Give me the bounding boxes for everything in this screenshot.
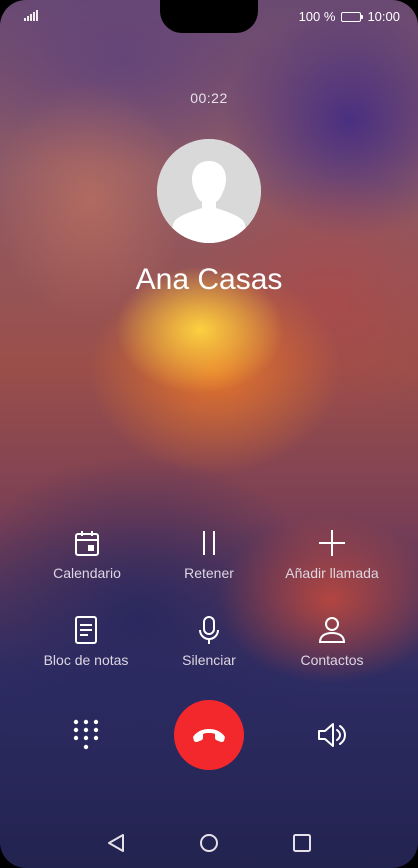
notes-icon [75,616,97,644]
contacts-label: Contactos [300,652,364,668]
microphone-icon [199,616,219,644]
add-call-button[interactable]: Añadir llamada [252,528,412,581]
caller-name: Ana Casas [135,263,283,296]
plus-icon [319,530,345,556]
pause-icon [203,531,215,555]
home-circle-icon[interactable] [197,832,221,854]
add-call-label: Añadir llamada [285,565,379,581]
battery-icon [341,11,364,22]
calendar-icon [75,531,99,556]
contacts-button[interactable]: Contactos [252,615,412,668]
hang-up-icon [193,729,225,742]
back-triangle-icon[interactable] [104,832,128,854]
camera-notch [160,0,258,33]
person-silhouette-icon [157,139,261,243]
end-call-button[interactable] [174,700,244,770]
battery-percentage: 100 % [298,9,336,24]
person-icon [318,617,346,643]
status-time: 10:00 [367,9,400,24]
recents-square-icon[interactable] [290,832,314,854]
call-timer: 00:22 [190,90,228,106]
signal-icon [24,10,38,21]
speaker-icon[interactable] [316,720,348,750]
status-bar-right: 100 % 10:00 [299,9,400,24]
dialpad-icon[interactable] [72,718,100,752]
navigation-bar [0,826,418,860]
call-screen: 100 % 10:00 00:22 Ana Casas Calendario R… [0,0,418,868]
call-bottom-controls [0,700,418,770]
contact-avatar [157,139,261,243]
